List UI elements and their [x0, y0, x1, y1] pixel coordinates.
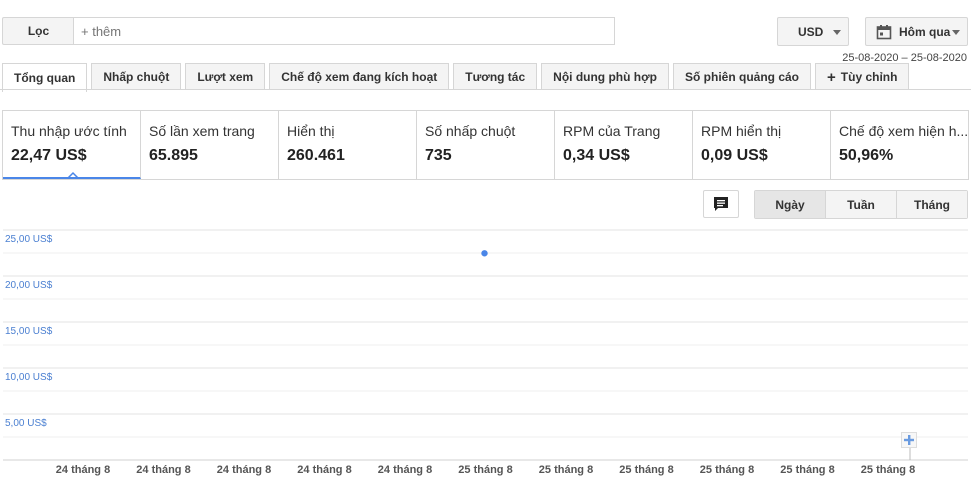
metric-label: Hiển thị	[287, 123, 335, 139]
tab-customize-label: Tùy chỉnh	[840, 70, 898, 84]
x-tick-label: 25 tháng 8	[700, 464, 754, 476]
tab-clicks[interactable]: Nhấp chuột	[91, 63, 182, 90]
calendar-icon	[876, 24, 892, 39]
data-point[interactable]	[481, 250, 488, 257]
metric-label: Thu nhập ước tính	[11, 123, 127, 139]
comment-icon	[714, 197, 728, 211]
annotation-button[interactable]	[703, 190, 739, 218]
metric-cards: Thu nhập ước tính 22,47 US$ Số lần xem t…	[2, 110, 969, 180]
tab-customize[interactable]: + Tùy chỉnh	[815, 63, 910, 90]
tab-divider	[0, 89, 971, 90]
metric-card-page-views[interactable]: Số lần xem trang 65.895	[141, 111, 279, 179]
x-tick-label: 25 tháng 8	[861, 464, 915, 476]
tab-engagement[interactable]: Tương tác	[453, 63, 538, 90]
metric-value: 50,96%	[839, 147, 894, 164]
y-tick-label: 10,00 US$	[5, 372, 53, 383]
metric-value: 0,09 US$	[701, 147, 768, 164]
metric-value: 65.895	[149, 147, 198, 164]
currency-label: USD	[798, 24, 824, 39]
add-annotation-button[interactable]	[901, 432, 917, 448]
x-tick-label: 24 tháng 8	[297, 464, 351, 476]
x-tick-label: 25 tháng 8	[458, 464, 512, 476]
metric-label: Số lần xem trang	[149, 123, 255, 139]
x-tick-label: 24 tháng 8	[56, 464, 110, 476]
metric-label: RPM hiển thị	[701, 123, 782, 139]
metric-value: 735	[425, 147, 452, 164]
metric-card-impressions[interactable]: Hiển thị 260.461	[279, 111, 417, 179]
metric-value: 22,47 US$	[11, 147, 87, 164]
metric-label: Số nhấp chuột	[425, 123, 516, 139]
tab-views[interactable]: Lượt xem	[185, 63, 266, 90]
report-tabs: Tổng quan Nhấp chuột Lượt xem Chế độ xem…	[2, 63, 913, 92]
metric-value: 260.461	[287, 147, 345, 164]
x-tick-label: 25 tháng 8	[619, 464, 673, 476]
x-tick-label: 25 tháng 8	[539, 464, 593, 476]
selected-indicator-icon	[67, 171, 79, 177]
metric-card-clicks[interactable]: Số nhấp chuột 735	[417, 111, 555, 179]
y-tick-label: 15,00 US$	[5, 326, 53, 337]
chevron-down-icon	[833, 30, 841, 35]
period-toggle: Ngày Tuần Tháng	[754, 190, 968, 219]
metric-card-estimated-earnings[interactable]: Thu nhập ước tính 22,47 US$	[3, 111, 141, 179]
plus-icon	[904, 435, 914, 445]
x-tick-label: 24 tháng 8	[217, 464, 271, 476]
metric-label: Chế độ xem hiện h...	[839, 123, 968, 139]
tab-matched-content[interactable]: Nội dung phù hợp	[541, 63, 669, 90]
earnings-chart: 25,00 US$ 20,00 US$ 15,00 US$ 10,00 US$ 5,00…	[3, 229, 968, 476]
y-tick-label: 20,00 US$	[5, 280, 53, 291]
tab-overview[interactable]: Tổng quan	[2, 63, 88, 92]
date-range-select[interactable]: Hôm qua	[865, 17, 968, 46]
period-week-button[interactable]: Tuần	[826, 191, 897, 218]
x-tick-label: 24 tháng 8	[378, 464, 432, 476]
period-month-button[interactable]: Tháng	[897, 191, 967, 218]
metric-card-impression-rpm[interactable]: RPM hiển thị 0,09 US$	[693, 111, 831, 179]
date-range-label: Hôm qua	[899, 24, 951, 39]
filter-button[interactable]: Lọc	[2, 17, 74, 45]
currency-select[interactable]: USD	[777, 17, 849, 46]
plus-icon: +	[827, 68, 836, 86]
metric-card-page-rpm[interactable]: RPM của Trang 0,34 US$	[555, 111, 693, 179]
metric-card-active-view-viewable[interactable]: Chế độ xem hiện h... 50,96%	[831, 111, 968, 179]
y-tick-label: 5,00 US$	[5, 418, 47, 429]
y-tick-label: 25,00 US$	[5, 234, 53, 245]
x-tick-label: 24 tháng 8	[136, 464, 190, 476]
chevron-down-icon	[952, 30, 960, 35]
period-day-button[interactable]: Ngày	[755, 191, 826, 218]
filter-input[interactable]	[73, 17, 615, 45]
x-tick-label: 25 tháng 8	[780, 464, 834, 476]
metric-value: 0,34 US$	[563, 147, 630, 164]
tab-active-view[interactable]: Chế độ xem đang kích hoạt	[269, 63, 450, 90]
metric-label: RPM của Trang	[563, 123, 661, 139]
tab-ad-sessions[interactable]: Số phiên quảng cáo	[673, 63, 812, 90]
